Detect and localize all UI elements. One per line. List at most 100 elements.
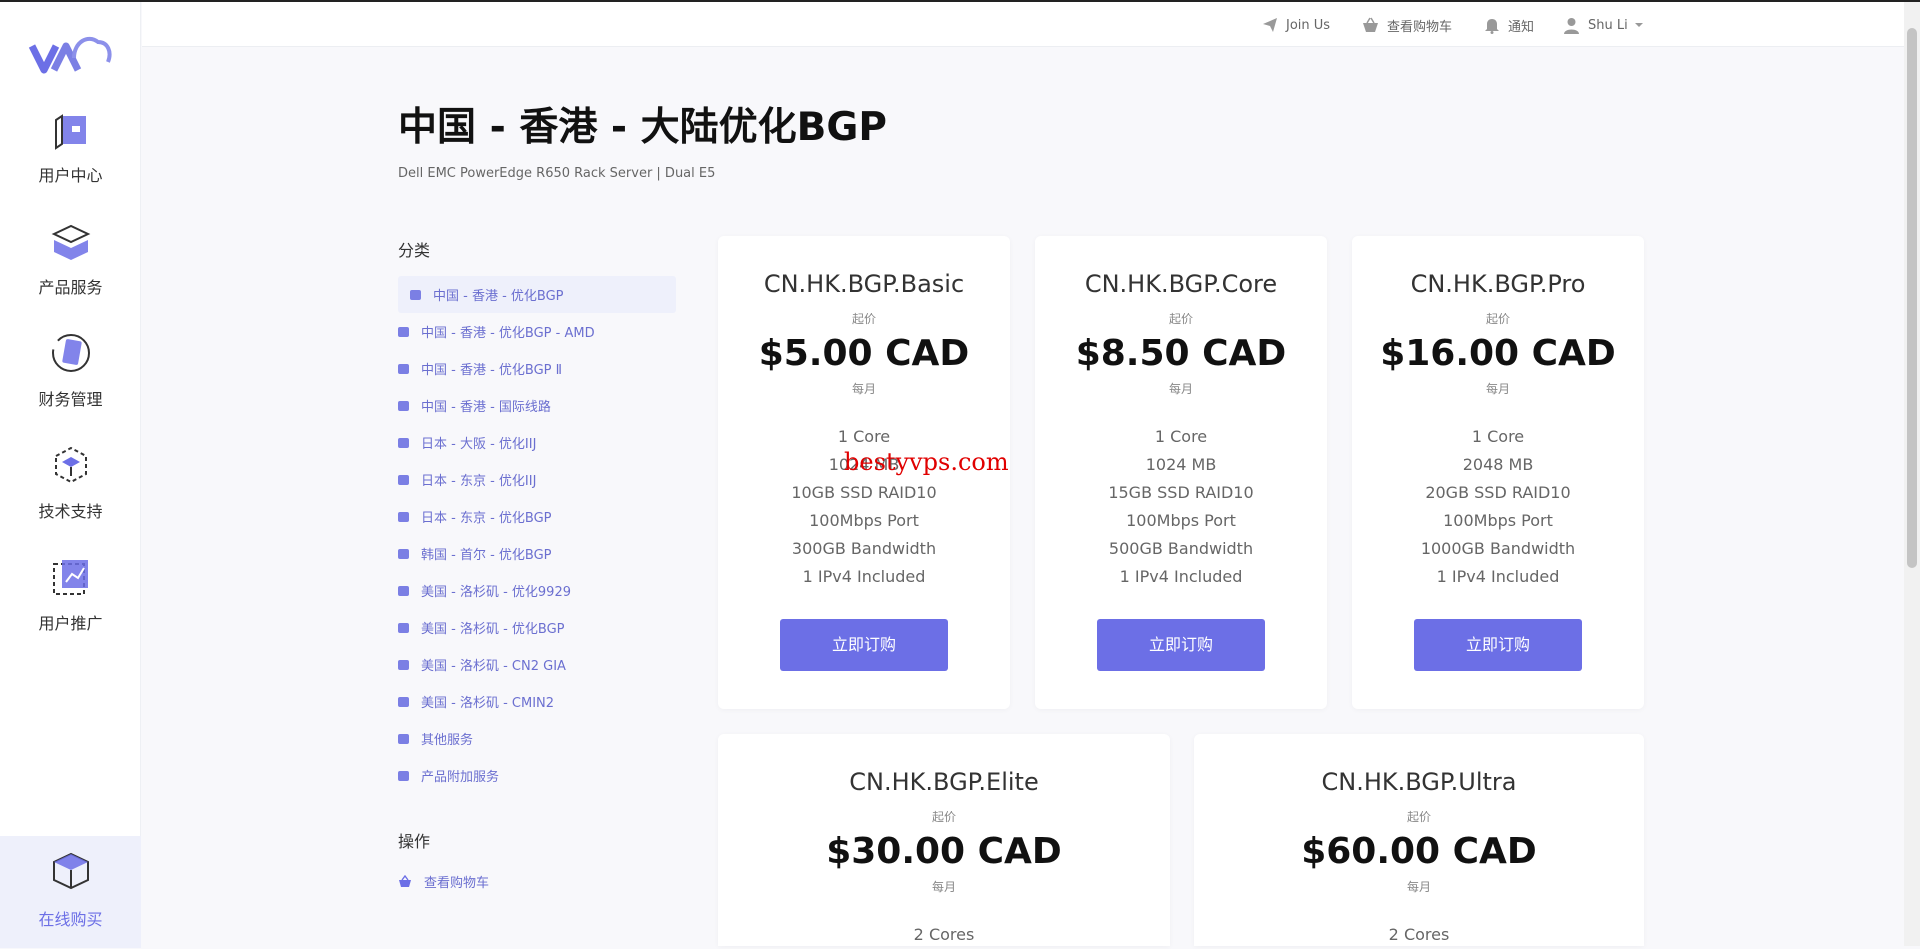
spec-line: 2 Cores	[913, 925, 975, 944]
category-label: 日本 - 大阪 - 优化IIJ	[421, 437, 537, 452]
category-label: 美国 - 洛杉矶 - CN2 GIA	[421, 659, 566, 674]
spec-line: 15GB SSD RAID10	[1108, 483, 1254, 502]
user-menu[interactable]: Shu Li	[1563, 15, 1644, 35]
va-cloud-logo[interactable]	[28, 28, 112, 76]
category-label: 其他服务	[421, 733, 474, 748]
spec-line: 100Mbps Port	[1126, 511, 1236, 530]
categories-heading: 分类	[398, 241, 431, 260]
price-period: 每月	[931, 880, 956, 894]
spec-line: 20GB SSD RAID10	[1425, 483, 1571, 502]
action-view-cart[interactable]: 查看购物车	[398, 872, 489, 891]
left-rail: 用户中心 产品服务 财务管理 技术支持 用户推广 在线购买	[0, 2, 141, 948]
order-now-button[interactable]: 立即订购	[1097, 619, 1265, 671]
product-name: CN.HK.BGP.Basic	[763, 270, 965, 298]
order-now-button[interactable]: 立即订购	[1414, 619, 1582, 671]
rail-item-support[interactable]: 技术支持	[0, 442, 141, 542]
scrollbar-thumb[interactable]	[1907, 28, 1917, 568]
join-us-link[interactable]: Join Us	[1262, 15, 1330, 35]
spec-line: 300GB Bandwidth	[791, 539, 937, 558]
actions-heading: 操作	[398, 832, 431, 851]
category-item[interactable]: 其他服务	[398, 720, 676, 757]
product-name: CN.HK.BGP.Core	[1084, 270, 1278, 298]
product-service-icon	[51, 224, 90, 260]
briefcase-icon	[398, 511, 409, 522]
category-list: 中国 - 香港 - 优化BGP 中国 - 香港 - 优化BGP - AMD 中国…	[398, 276, 676, 794]
finance-icon	[51, 334, 90, 372]
category-item[interactable]: 日本 - 东京 - 优化BGP	[398, 498, 676, 535]
rail-item-finance[interactable]: 财务管理	[0, 330, 141, 430]
action-label: 查看购物车	[424, 876, 490, 891]
price-period: 每月	[1406, 880, 1431, 894]
category-item[interactable]: 美国 - 洛杉矶 - CN2 GIA	[398, 646, 676, 683]
rail-item-label: 财务管理	[38, 390, 103, 409]
product-name: CN.HK.BGP.Ultra	[1321, 768, 1517, 796]
promotion-icon	[52, 560, 88, 595]
briefcase-icon	[398, 659, 409, 670]
category-item[interactable]: 中国 - 香港 - 国际线路	[398, 387, 676, 424]
order-now-button[interactable]: 立即订购	[780, 619, 948, 671]
spec-line: 2 Cores	[1388, 925, 1450, 944]
rail-item-user-center[interactable]: 用户中心	[0, 106, 141, 206]
category-label: 中国 - 香港 - 优化BGP	[433, 289, 564, 304]
notifications-link[interactable]: 通知	[1484, 15, 1534, 35]
product-name: CN.HK.BGP.Elite	[849, 768, 1039, 796]
spec-line: 1 IPv4 Included	[802, 567, 926, 586]
spec-line: 1000GB Bandwidth	[1420, 539, 1576, 558]
category-item[interactable]: 中国 - 香港 - 优化BGP Ⅱ	[398, 350, 676, 387]
view-cart-link[interactable]: 查看购物车	[1362, 15, 1452, 35]
caret-down-icon	[1634, 23, 1643, 27]
category-item[interactable]: 美国 - 洛杉矶 - CMIN2	[398, 683, 676, 720]
category-label: 中国 - 香港 - 优化BGP - AMD	[421, 326, 595, 341]
top-header: Join Us 查看购物车 通知 Shu Li	[142, 2, 1904, 47]
briefcase-icon	[398, 622, 409, 633]
product-card-pro: CN.HK.BGP.Pro 起价 $16.00 CAD 每月 1 Core 20…	[1352, 236, 1644, 709]
category-item[interactable]: 美国 - 洛杉矶 - 优化9929	[398, 572, 676, 609]
product-price: $60.00 CAD	[1301, 831, 1537, 872]
spec-line: 1 Core	[1471, 427, 1525, 446]
briefcase-icon	[398, 548, 409, 559]
product-price: $16.00 CAD	[1380, 333, 1616, 374]
category-item[interactable]: 美国 - 洛杉矶 - 优化BGP	[398, 609, 676, 646]
briefcase-icon	[398, 696, 409, 707]
product-specs: 2 Cores	[718, 921, 1170, 949]
basket-icon	[399, 875, 411, 887]
price-period: 每月	[1485, 382, 1510, 396]
category-item[interactable]: 日本 - 东京 - 优化IIJ	[398, 461, 676, 498]
category-label: 美国 - 洛杉矶 - 优化BGP	[421, 622, 565, 637]
rail-item-promotion[interactable]: 用户推广	[0, 554, 141, 654]
send-icon	[1263, 18, 1277, 32]
briefcase-icon	[398, 585, 409, 596]
briefcase-icon	[398, 733, 409, 744]
user-name: Shu Li	[1588, 17, 1628, 33]
category-label: 产品附加服务	[421, 770, 500, 785]
briefcase-icon	[398, 363, 409, 374]
rail-item-label: 产品服务	[38, 278, 103, 297]
spec-line: 100Mbps Port	[809, 511, 919, 530]
category-item[interactable]: 中国 - 香港 - 优化BGP - AMD	[398, 313, 676, 350]
spec-line: 2048 MB	[1462, 455, 1534, 474]
user-center-icon	[54, 114, 86, 150]
price-period: 每月	[1168, 382, 1193, 396]
cube-icon	[52, 852, 89, 890]
rail-item-products[interactable]: 产品服务	[0, 218, 141, 318]
category-item[interactable]: 韩国 - 首尔 - 优化BGP	[398, 535, 676, 572]
category-item[interactable]: 中国 - 香港 - 优化BGP	[398, 276, 676, 313]
briefcase-icon	[410, 289, 421, 300]
rail-item-buy-online[interactable]: 在线购买	[0, 836, 141, 948]
spec-line: 1 Core	[837, 427, 891, 446]
category-label: 日本 - 东京 - 优化IIJ	[421, 474, 537, 489]
notifications-label: 通知	[1508, 19, 1535, 35]
category-label: 韩国 - 首尔 - 优化BGP	[421, 548, 552, 563]
product-price: $5.00 CAD	[758, 333, 970, 374]
category-item[interactable]: 产品附加服务	[398, 757, 676, 794]
product-price: $8.50 CAD	[1075, 333, 1287, 374]
briefcase-icon	[398, 437, 409, 448]
price-from-label: 起价	[1485, 312, 1510, 326]
spec-line: 1 IPv4 Included	[1436, 567, 1560, 586]
product-price: $30.00 CAD	[826, 831, 1062, 872]
rail-item-label: 技术支持	[38, 502, 103, 521]
category-label: 日本 - 东京 - 优化BGP	[421, 511, 552, 526]
product-card-elite: CN.HK.BGP.Elite 起价 $30.00 CAD 每月 2 Cores	[718, 734, 1170, 946]
spec-line: 100Mbps Port	[1443, 511, 1553, 530]
category-item[interactable]: 日本 - 大阪 - 优化IIJ	[398, 424, 676, 461]
